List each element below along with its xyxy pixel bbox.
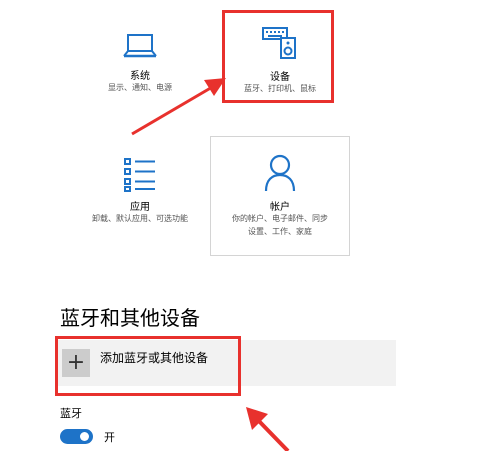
arrow-to-devices — [131, 78, 226, 136]
annotation-arrows — [131, 78, 290, 451]
arrow-to-add-device — [246, 407, 290, 451]
